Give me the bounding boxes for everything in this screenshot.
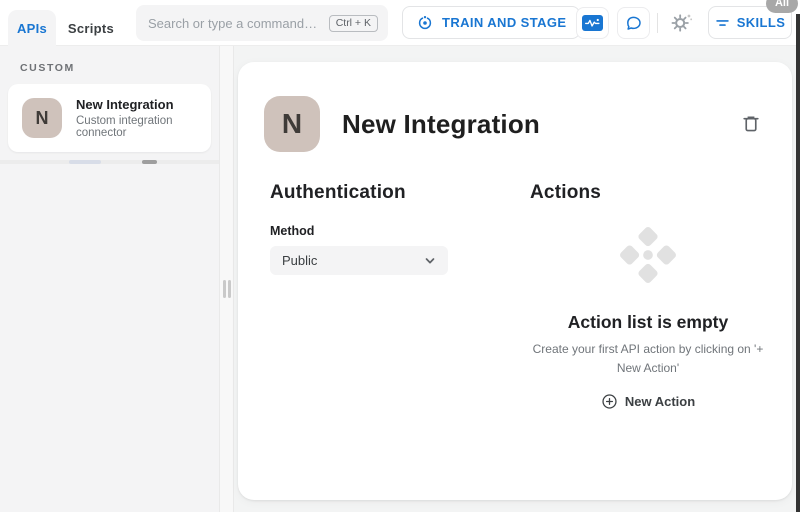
sidebar: CUSTOM N New Integration Custom integrat… [0,46,219,512]
tab-apis[interactable]: APIs [8,10,56,47]
target-icon [416,14,434,32]
method-select-value: Public [282,253,318,268]
new-action-label: New Action [624,394,696,410]
panel-resize-handle[interactable] [222,280,231,298]
empty-state-title: Action list is empty [567,312,729,332]
chat-button[interactable] [617,7,650,39]
search-input[interactable] [148,15,329,31]
skills-label: SKILLS [736,15,786,30]
authentication-heading: Authentication [270,182,406,203]
tab-scripts-label: Scripts [67,21,115,36]
method-label: Method [270,224,315,238]
actions-section: Actions Action list is empty Create your… [530,182,766,410]
tab-scripts[interactable]: Scripts [58,10,124,47]
sidebar-partial-segment [142,160,157,164]
workspace-button[interactable] [576,7,609,39]
integration-detail-card: N New Integration Authentication Method … [238,62,792,500]
chat-bubble-icon [624,14,643,33]
tab-apis-label: APIs [16,21,48,36]
chevron-down-icon [422,253,438,269]
method-select[interactable]: Public [270,246,448,275]
pulse-card-icon [582,15,603,31]
settings-button[interactable] [669,10,695,36]
content-area: CUSTOM N New Integration Custom integrat… [0,46,800,512]
delete-integration-button[interactable] [736,109,766,139]
empty-state-description: Create your first API action by clicking… [532,342,764,375]
actions-empty-state: Action list is empty Create your first A… [530,224,766,410]
keyboard-shortcut-badge: Ctrl + K [328,14,378,32]
sidebar-item-new-integration[interactable]: N New Integration Custom integration con… [8,84,211,152]
plus-circle-icon [601,393,618,410]
new-action-button[interactable]: New Action [601,393,695,410]
sidebar-partial-item [0,160,219,164]
train-and-stage-button[interactable]: TRAIN AND STAGE [402,6,581,39]
filter-icon [715,17,730,29]
integration-avatar: N [22,98,62,138]
top-bar: APIs Scripts Ctrl + K TRAIN AND STAGE [0,0,800,47]
sidebar-partial-segment [69,160,101,164]
main-panel: N New Integration Authentication Method … [234,46,800,512]
sidebar-section-label: CUSTOM [20,62,75,74]
integration-avatar-large: N [264,96,320,152]
header-divider [657,13,658,33]
integration-header: N New Integration [238,62,792,152]
gear-icon [671,12,693,34]
right-edge-strip [796,14,800,512]
integration-body: Authentication Method Public Actions Act… [238,152,792,410]
panel-gutter [219,46,234,512]
train-and-stage-label: TRAIN AND STAGE [442,15,567,30]
actions-heading: Actions [530,182,602,203]
authentication-section: Authentication Method Public [270,182,530,410]
page-title: New Integration [342,108,541,139]
integration-name: New Integration [76,97,174,112]
integration-description: Custom integration connector [76,115,173,139]
all-badge: All [765,0,798,13]
trash-icon [740,113,762,135]
diamond-cluster-icon [617,224,679,286]
command-search[interactable]: Ctrl + K [136,5,388,41]
